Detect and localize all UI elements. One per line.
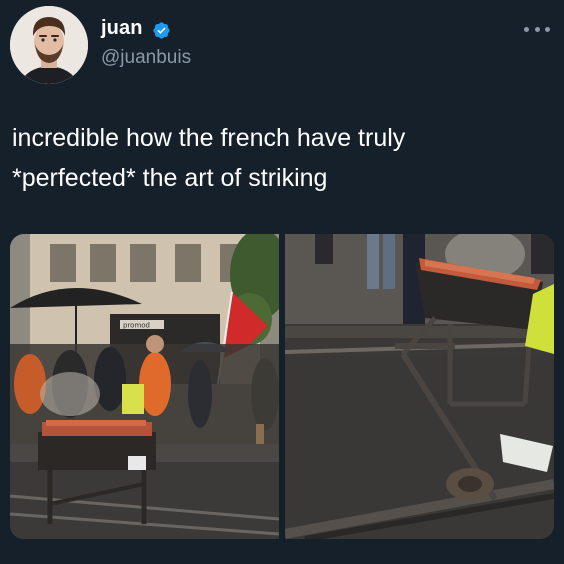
more-options-icon[interactable] xyxy=(524,24,550,34)
tweet: juan @juanbuis incredible how the french… xyxy=(0,0,564,564)
tweet-media[interactable]: promod xyxy=(10,234,554,539)
tweet-text-line: incredible how the french have truly xyxy=(12,124,406,152)
user-handle[interactable]: @juanbuis xyxy=(101,47,191,69)
grill-on-rails-image xyxy=(285,234,554,539)
more-dot xyxy=(524,26,529,32)
more-dot xyxy=(545,26,550,32)
avatar[interactable] xyxy=(10,6,88,84)
tweet-text: incredible how the french have truly *pe… xyxy=(12,118,552,198)
more-dot xyxy=(534,26,540,32)
shop-sign-text: promod xyxy=(123,322,150,330)
street-barbecue-image: promod xyxy=(10,234,279,539)
photo-grill-on-rails[interactable] xyxy=(285,234,554,539)
tweet-text-line: *perfected* the art of striking xyxy=(12,164,328,192)
verified-badge-icon xyxy=(153,22,170,39)
photo-street-barbecue[interactable]: promod xyxy=(10,234,279,539)
avatar-image xyxy=(10,6,88,84)
display-name[interactable]: juan xyxy=(101,17,143,40)
